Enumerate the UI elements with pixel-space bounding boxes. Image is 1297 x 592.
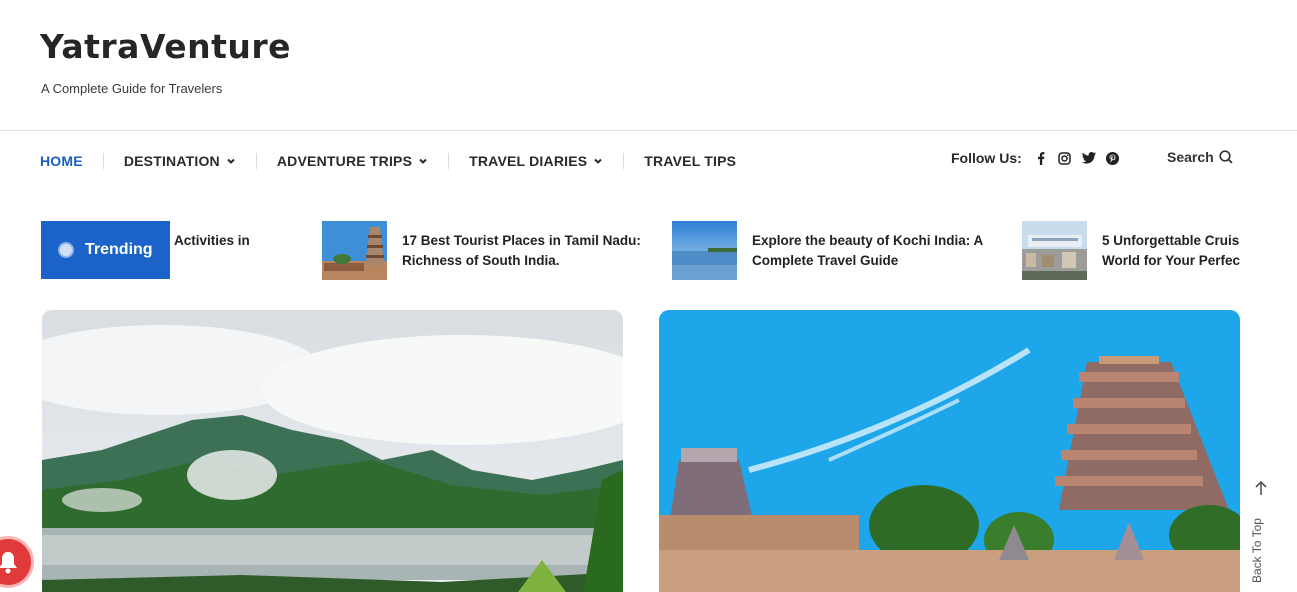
search-icon [1219, 150, 1233, 164]
chevron-down-icon [419, 158, 427, 164]
nav-item-label: ADVENTURE TRIPS [276, 153, 413, 169]
nav-item-label: HOME [40, 153, 83, 169]
featured-post-mountains[interactable] [42, 310, 623, 592]
chevron-down-icon [594, 158, 603, 164]
twitter-icon[interactable] [1081, 151, 1096, 165]
featured-post-temple[interactable] [659, 310, 1240, 592]
trending-label: Trending [85, 241, 153, 258]
trending-item-title-line: 17 Best Tourist Places in Tamil Nadu: [402, 232, 641, 248]
notification-bell-button[interactable] [0, 536, 34, 588]
trending-item[interactable]: Activities in [174, 221, 250, 280]
trending-icon [58, 242, 74, 258]
pinterest-icon[interactable] [1106, 151, 1120, 165]
instagram-icon[interactable] [1058, 151, 1072, 165]
bell-icon [0, 552, 17, 574]
nav-divider [623, 153, 625, 169]
nav-item-label: DESTINATION [123, 153, 220, 169]
nav-item-home[interactable]: HOME [40, 153, 83, 169]
follow-us: Follow Us: [951, 150, 1130, 166]
kochi-thumbnail [672, 221, 737, 280]
nav-divider [448, 153, 450, 169]
nav-item-travel-diaries[interactable]: TRAVEL DIARIES [469, 153, 603, 169]
trending-item-title-line: World for Your Perfec [1102, 252, 1240, 268]
nav-divider [102, 153, 104, 169]
nav-item-label: TRAVEL DIARIES [469, 153, 588, 169]
trending-item-title-line: 5 Unforgettable Cruis [1102, 232, 1240, 248]
temple-thumbnail [322, 221, 387, 280]
facebook-icon[interactable] [1034, 151, 1048, 165]
search-label: Search [1167, 149, 1214, 165]
trending-item[interactable]: Explore the beauty of Kochi India: A Com… [672, 221, 983, 280]
arrow-up-icon [1255, 480, 1267, 495]
trending-item-title-line: Richness of South India. [402, 252, 560, 268]
trending-item-title-line: Explore the beauty of Kochi India: A [752, 232, 984, 248]
back-to-top-label: Back To Top [1250, 518, 1264, 583]
nav-divider [255, 153, 257, 169]
site-title[interactable]: YatraVenture [40, 27, 291, 66]
trending-badge: Trending [41, 221, 170, 279]
follow-us-label: Follow Us: [951, 150, 1022, 166]
nav-item-travel-tips[interactable]: TRAVEL TIPS [644, 153, 736, 169]
site-header: YatraVenture A Complete Guide for Travel… [0, 0, 1297, 131]
back-to-top-button[interactable]: Back To Top [1248, 480, 1272, 588]
trending-item-title-line: Complete Travel Guide [752, 252, 899, 268]
site-tagline: A Complete Guide for Travelers [41, 81, 223, 96]
temple-image [659, 310, 1240, 592]
mountain-lake-image [42, 310, 623, 592]
search-button[interactable]: Search [1167, 149, 1233, 165]
main-nav: HOME DESTINATION ADVENTURE TRIPS TRAVEL … [40, 148, 736, 174]
nav-item-label: TRAVEL TIPS [644, 153, 737, 169]
trending-item[interactable]: 5 Unforgettable Cruis World for Your Per… [1022, 221, 1240, 280]
trending-ticker: Trending Activities in 17 Best Tourist P… [40, 221, 1240, 281]
trending-item-title-line: Activities in [174, 233, 250, 248]
nav-item-destination[interactable]: DESTINATION [124, 153, 236, 169]
cruise-thumbnail [1022, 221, 1087, 280]
nav-item-adventure-trips[interactable]: ADVENTURE TRIPS [277, 153, 428, 169]
trending-item[interactable]: 17 Best Tourist Places in Tamil Nadu: Ri… [322, 221, 641, 280]
chevron-down-icon [227, 158, 235, 164]
